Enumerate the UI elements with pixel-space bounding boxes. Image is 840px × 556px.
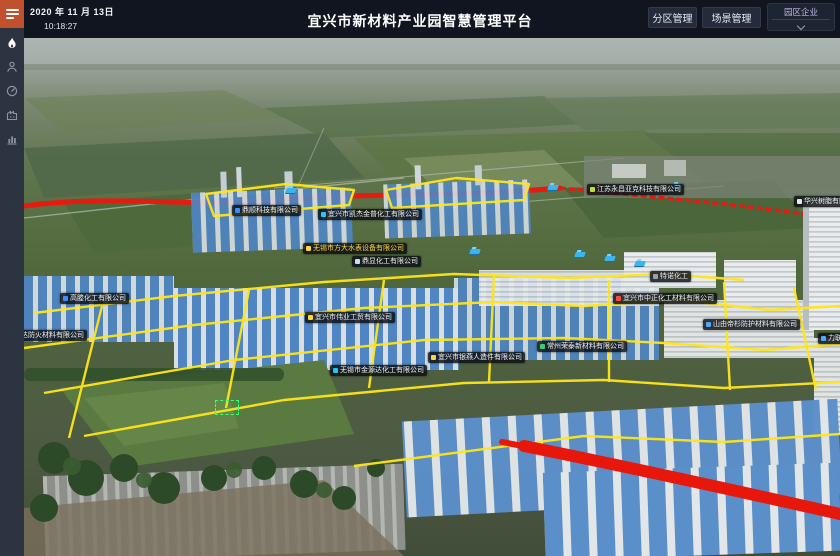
company-label[interactable]: 山由帝杉防护材料有限公司 (703, 319, 800, 330)
company-label-text: 特诺化工 (660, 273, 688, 280)
company-label-text: 宜兴市凯杰金普化工有限公司 (328, 211, 419, 218)
company-label[interactable]: 常州荣泰新材料有限公司 (537, 341, 627, 352)
company-label[interactable]: 兴达防火材料有限公司 (24, 330, 87, 341)
company-label-text: 鼎顺科技有限公司 (242, 207, 298, 214)
sidebar-item-personnel[interactable] (5, 60, 19, 74)
company-label[interactable]: 宜兴市凯杰金普化工有限公司 (318, 209, 422, 220)
sidebar-menu-button[interactable] (0, 0, 24, 28)
left-sidebar (0, 0, 24, 556)
gauge-icon (6, 85, 18, 97)
map-labels-layer: 鼎顺科技有限公司宜兴市凯杰金普化工有限公司无锡市方大水表设备有限公司鼎显化工有限… (24, 38, 840, 556)
company-label-text: 无锡市方大水表设备有限公司 (313, 245, 404, 252)
company-label-text: 无锡市金源达化工有限公司 (340, 367, 424, 374)
company-label[interactable]: 无锡市方大水表设备有限公司 (303, 243, 407, 254)
sidebar-item-statistics[interactable] (5, 132, 19, 146)
marker-cyan-icon (321, 212, 326, 217)
sidebar-item-fire[interactable] (5, 36, 19, 50)
company-label[interactable]: 江苏永昌亚克科技有限公司 (587, 184, 684, 195)
park-enterprise-dropdown-label: 园区企业 (768, 6, 834, 18)
scene-manage-button[interactable]: 场景管理 (702, 7, 761, 28)
bar-chart-icon (6, 133, 18, 145)
company-label-text: 江苏永昌亚克科技有限公司 (597, 186, 681, 193)
company-label-text: 宜兴市中正化工材料有限公司 (623, 295, 714, 302)
company-label[interactable]: 宜兴市伟业工贸有限公司 (305, 312, 395, 323)
marker-cyan-icon (333, 368, 338, 373)
marker-blue-icon (821, 336, 826, 341)
marker-yellow-icon (308, 315, 313, 320)
company-label[interactable]: 高塍化工有限公司 (60, 293, 129, 304)
marker-green-icon (540, 344, 545, 349)
company-label-text: 力联新材料有限公司 (828, 335, 840, 342)
company-label[interactable]: 无锡市金源达化工有限公司 (330, 365, 427, 376)
marker-yellow-icon (306, 246, 311, 251)
company-label[interactable]: 力联新材料有限公司 (818, 333, 840, 344)
chevron-down-icon (797, 22, 805, 30)
company-label[interactable]: 特诺化工 (650, 271, 691, 282)
company-label-text: 宜兴市银燕人造件有限公司 (438, 354, 522, 361)
park-enterprise-dropdown[interactable]: 园区企业 (767, 3, 835, 31)
dropdown-divider (772, 19, 830, 20)
marker-person-icon (355, 259, 360, 264)
company-label-text: 高塍化工有限公司 (70, 295, 126, 302)
person-icon (6, 61, 18, 73)
sidebar-item-enterprise[interactable] (5, 108, 19, 122)
marker-blue-icon (63, 296, 68, 301)
company-label[interactable]: 宜兴市中正化工材料有限公司 (613, 293, 717, 304)
marker-gray-icon (653, 274, 658, 279)
company-label-text: 兴达防火材料有限公司 (24, 332, 84, 339)
company-label-text: 鼎显化工有限公司 (362, 258, 418, 265)
marker-red-icon (616, 296, 621, 301)
sidebar-item-gauge[interactable] (5, 84, 19, 98)
top-header-bar: 2020 年 11 月 13日 10:18:27 宜兴市新材料产业园智慧管理平台… (0, 0, 840, 38)
factory-icon (6, 109, 18, 121)
marker-lime-icon (590, 187, 595, 192)
company-label[interactable]: 鼎显化工有限公司 (352, 256, 421, 267)
hamburger-icon (6, 7, 19, 21)
marker-blue-icon (235, 208, 240, 213)
company-label[interactable]: 宜兴市银燕人造件有限公司 (428, 352, 525, 363)
marker-blue-icon (706, 322, 711, 327)
company-label[interactable]: 华兴树脂有限公司 (794, 196, 840, 207)
app-window: 2020 年 11 月 13日 10:18:27 宜兴市新材料产业园智慧管理平台… (0, 0, 840, 556)
map-selection-box[interactable] (215, 400, 239, 415)
zone-manage-button[interactable]: 分区管理 (648, 7, 697, 28)
company-label-text: 宜兴市伟业工贸有限公司 (315, 314, 392, 321)
company-label[interactable]: 鼎顺科技有限公司 (232, 205, 301, 216)
company-label-text: 常州荣泰新材料有限公司 (547, 343, 624, 350)
company-label-text: 华兴树脂有限公司 (804, 198, 840, 205)
company-label-text: 山由帝杉防护材料有限公司 (713, 321, 797, 328)
map-3d-viewport[interactable]: 鼎顺科技有限公司宜兴市凯杰金普化工有限公司无锡市方大水表设备有限公司鼎显化工有限… (24, 38, 840, 556)
marker-yellow-icon (431, 355, 436, 360)
marker-white-icon (797, 199, 802, 204)
flame-icon (6, 37, 18, 50)
